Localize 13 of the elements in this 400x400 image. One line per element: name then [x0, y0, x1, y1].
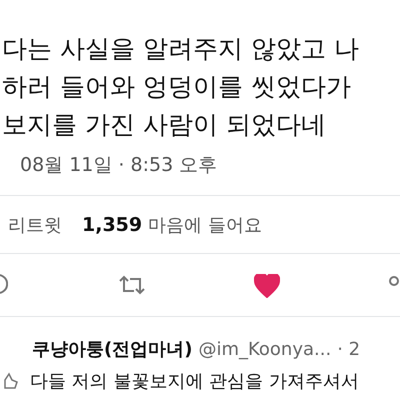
tweet-text-line: 하러 들어와 엉덩이를 씻었다가: [2, 72, 351, 102]
likes-count[interactable]: 1,359: [82, 214, 142, 236]
tweet-text-line: 보지를 가진 사람이 되었다네: [2, 110, 326, 140]
reply-text: 다들 저의 불꽃보지에 관심을 가져주셔서: [30, 370, 359, 393]
reply-time: · 2: [337, 339, 360, 360]
heart-icon[interactable]: [254, 274, 280, 298]
reply-author-name[interactable]: 쿠냥아퉁(전업마녀): [32, 337, 192, 361]
tweet-timestamp: 08월 11일 · 8:53 오후: [20, 153, 218, 178]
reply-author-handle[interactable]: @im_Koonya...: [198, 339, 332, 360]
retweets-label[interactable]: 리트윗: [8, 212, 62, 236]
likes-label[interactable]: 마음에 들어요: [148, 212, 262, 236]
tweet-text-line: 다는 사실을 알려주지 않았고 나: [2, 34, 359, 64]
retweet-icon[interactable]: [118, 274, 146, 296]
